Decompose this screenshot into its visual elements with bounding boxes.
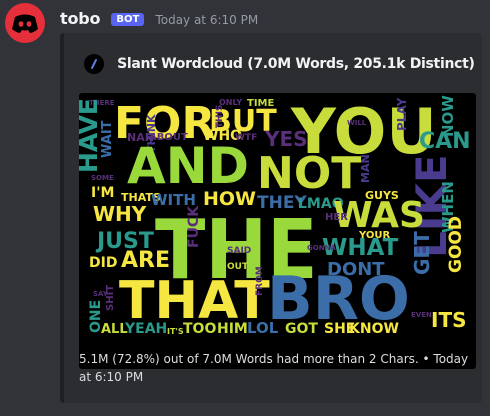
message-timestamp[interactable]: Today at 6:10 PM	[155, 13, 258, 27]
wordcloud-word-some: SOME	[91, 174, 114, 182]
wordcloud-word-yeah: YEAH	[124, 321, 167, 337]
wordcloud-word-its: IT'S	[167, 327, 184, 336]
wordcloud-word-shit: SHIT	[105, 285, 116, 311]
discord-logo-icon	[12, 14, 38, 33]
wordcloud-word-and: AND	[127, 137, 249, 195]
wordcloud-word-did: DID	[89, 255, 117, 271]
wordcloud-word-wait: WAIT	[100, 120, 115, 158]
wordcloud-word-this: THIS	[215, 104, 225, 128]
wordcloud-word-from: FROM	[255, 266, 265, 296]
wordcloud-word-its: ITS	[431, 308, 467, 332]
wordcloud-word-now: NOW	[439, 95, 457, 137]
wordcloud-word-im: I'M	[91, 185, 114, 201]
wordcloud-word-not: NOT	[257, 148, 361, 199]
wordcloud-word-will: WILL	[347, 119, 367, 127]
wordcloud-word-even: EVEN	[411, 311, 432, 319]
embed-footer: 5.1M (72.8%) out of 7.0M Words had more …	[79, 352, 469, 384]
wordcloud-word-play: PLAY	[395, 97, 409, 131]
wordcloud-word-time: TIME	[247, 98, 274, 109]
wordcloud-word-all: ALL	[101, 322, 128, 337]
wordcloud-word-fuck: FUCK	[186, 205, 202, 248]
wordcloud-word-him: HIM	[217, 321, 248, 337]
wordcloud-word-got: GOT	[285, 321, 318, 337]
wordcloud-word-know: KNOW	[349, 321, 399, 337]
embed-title-text: Slant Wordcloud (7.0M Words, 205.1k Dist…	[117, 55, 475, 72]
bot-tag: BOT	[111, 13, 145, 26]
message-embed: Slant Wordcloud (7.0M Words, 205.1k Dist…	[60, 33, 482, 403]
wordcloud-word-too: TOO	[183, 321, 216, 337]
wordcloud-word-gonna: GONNA	[307, 244, 336, 252]
wordcloud-word-good: GOOD	[446, 216, 466, 273]
wordcloud-svg: THERE FORBUTONLY TIME YOUWILL PLAYCANNOWHAVE…	[79, 95, 471, 337]
wordcloud-word-are: ARE	[121, 248, 170, 273]
wordcloud-word-get: GET	[410, 231, 434, 275]
message-header: tobo BOT Today at 6:10 PM	[60, 9, 258, 29]
embed-title: Slant Wordcloud (7.0M Words, 205.1k Dist…	[84, 53, 475, 74]
wordcloud-word-why: WHY	[93, 202, 147, 226]
wordcloud-image[interactable]: THERE FOR BUT ONLY TIME YOU WILL PLAY CAN NOW HAVE…	[79, 93, 476, 369]
slash-icon	[84, 53, 104, 74]
bot-avatar[interactable]	[5, 3, 45, 43]
username[interactable]: tobo	[60, 9, 100, 28]
wordcloud-word-lol: LOL	[247, 319, 279, 337]
wordcloud-word-man: MAN	[359, 154, 372, 183]
wordcloud-word-said: SAID	[227, 246, 251, 256]
wordcloud-word-her: HER	[325, 212, 348, 223]
